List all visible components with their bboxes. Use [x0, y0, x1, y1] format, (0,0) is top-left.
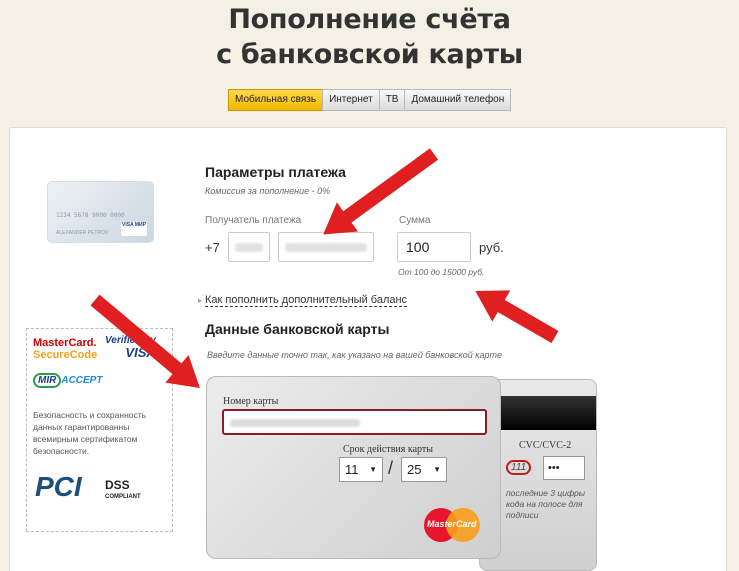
- cvc-hint: последние 3 цифры кода на полосе для под…: [506, 488, 586, 520]
- card-number-label: Номер карты: [223, 396, 279, 407]
- sample-card-logo: VISA МИР: [121, 222, 147, 236]
- mc-logo-line2: SecureCode: [33, 349, 98, 361]
- extra-balance-link-text: Как пополнить дополнительный баланс: [205, 294, 408, 307]
- dss-logo: DSS COMPLIANT: [105, 479, 141, 503]
- chevron-down-icon: ▼: [433, 465, 441, 474]
- payment-params-title: Параметры платежа: [205, 164, 346, 180]
- amount-label: Сумма: [399, 215, 431, 226]
- cvc-input[interactable]: •••: [543, 456, 585, 480]
- cvc-label: CVC/CVC-2: [519, 440, 572, 451]
- amount-input[interactable]: 100: [397, 232, 471, 262]
- mastercard-securecode-logo: MasterCard. SecureCode: [33, 337, 97, 361]
- tab-home-phone[interactable]: Домашний телефон: [404, 89, 512, 111]
- sample-card-number: 1234 5678 9000 0000: [56, 212, 125, 219]
- signature-sample: 111: [506, 456, 538, 480]
- mir-logo-text: ACCEPT: [61, 375, 103, 386]
- mc-logo-line1: MasterCard.: [33, 337, 97, 349]
- expiry-separator: /: [388, 458, 394, 478]
- page-title: Пополнение счёта с банковской карты: [0, 2, 739, 72]
- expiry-year-select[interactable]: 25 ▼: [401, 457, 447, 482]
- expiry-month-select[interactable]: 11 ▼: [339, 457, 383, 482]
- page-title-line1: Пополнение счёта: [228, 4, 511, 35]
- dss-text: DSS: [105, 478, 130, 492]
- chevron-down-icon: ▼: [369, 465, 377, 474]
- mastercard-logo: MasterCard: [424, 508, 480, 542]
- phone-code-input[interactable]: [228, 232, 270, 262]
- extra-balance-link[interactable]: ▸ Как пополнить дополнительный баланс: [198, 294, 408, 307]
- card-data-hint: Введите данные точно так, как указано на…: [207, 350, 503, 360]
- expiry-year-value: 25: [407, 462, 422, 477]
- page-title-line2: с банковской карты: [216, 39, 523, 70]
- security-box: MasterCard. SecureCode Verified by VISA …: [26, 328, 173, 532]
- cvc-sample: 111: [506, 460, 532, 475]
- pci-logo: PCI: [35, 471, 82, 502]
- sample-card-image: 1234 5678 9000 0000 ALEXANDER PETROV VIS…: [47, 181, 154, 243]
- sample-card-name: ALEXANDER PETROV: [56, 230, 109, 236]
- currency-label: руб.: [479, 240, 504, 255]
- service-tabs: Мобильная связь Интернет ТВ Домашний тел…: [228, 89, 512, 111]
- mir-logo-mark: MIR: [33, 373, 62, 388]
- phone-prefix: +7: [205, 240, 220, 255]
- expiry-label: Срок действия карты: [343, 444, 433, 455]
- commission-text: Комиссия за пополнение - 0%: [205, 186, 331, 196]
- tab-tv[interactable]: ТВ: [378, 89, 406, 111]
- dss-sub-text: COMPLIANT: [105, 494, 141, 500]
- tab-internet[interactable]: Интернет: [322, 89, 380, 111]
- tab-mobile[interactable]: Мобильная связь: [228, 89, 324, 111]
- card-data-title: Данные банковской карты: [205, 321, 390, 337]
- mir-accept-logo: MIR ACCEPT: [33, 373, 102, 388]
- amount-hint: От 100 до 15000 руб.: [398, 267, 485, 277]
- card-number-input[interactable]: [222, 409, 487, 435]
- expiry-month-value: 11: [345, 462, 359, 477]
- recipient-label: Получатель платежа: [205, 215, 302, 226]
- security-text: Безопасность и сохранность данных гарант…: [33, 410, 147, 456]
- triangle-right-icon: ▸: [198, 296, 203, 305]
- mastercard-logo-text: MasterCard: [427, 519, 477, 529]
